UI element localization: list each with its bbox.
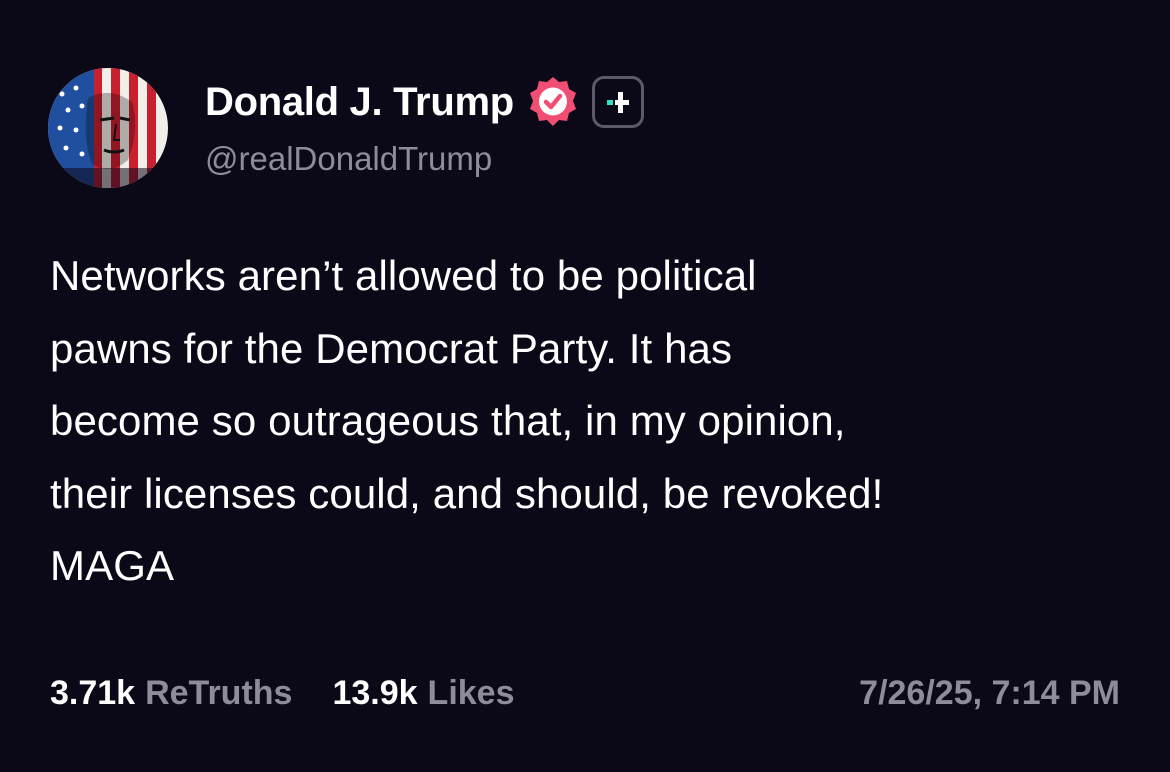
post-text-line: pawns for the Democrat Party. It has bbox=[50, 324, 733, 372]
likes-stat[interactable]: 13.9k Likes bbox=[332, 674, 514, 713]
avatar[interactable] bbox=[48, 68, 168, 188]
retruths-stat[interactable]: 3.71k ReTruths bbox=[50, 674, 292, 713]
author-handle[interactable]: @realDonaldTrump bbox=[205, 140, 492, 178]
post-card: Donald J. Trump @realDonaldTrump Network… bbox=[0, 0, 1170, 772]
post-timestamp: 7/26/25, 7:14 PM bbox=[859, 673, 1120, 712]
retruths-label: ReTruths bbox=[145, 673, 293, 712]
retruths-count: 3.71k bbox=[50, 673, 136, 712]
author-display-name[interactable]: Donald J. Trump bbox=[205, 80, 514, 125]
truth-plus-badge[interactable] bbox=[591, 76, 644, 128]
avatar-image bbox=[48, 68, 168, 188]
post-text-line: Networks aren’t allowed to be political bbox=[50, 252, 757, 299]
likes-label: Likes bbox=[427, 673, 515, 712]
post-text-line: their licenses could, and should, be rev… bbox=[50, 469, 884, 517]
plus-icon bbox=[606, 92, 629, 113]
post-text-line: MAGA bbox=[50, 542, 175, 589]
post-footer: 3.71k ReTruths 13.9k Likes 7/26/25, 7:14… bbox=[50, 668, 1120, 718]
verified-check-icon bbox=[526, 75, 580, 129]
post-text-line: become so outrageous that, in my opinion… bbox=[50, 397, 846, 444]
likes-count: 13.9k bbox=[332, 673, 418, 712]
author-name-row: Donald J. Trump bbox=[205, 74, 644, 130]
post-text: Networks aren’t allowed to be political … bbox=[50, 240, 1140, 603]
